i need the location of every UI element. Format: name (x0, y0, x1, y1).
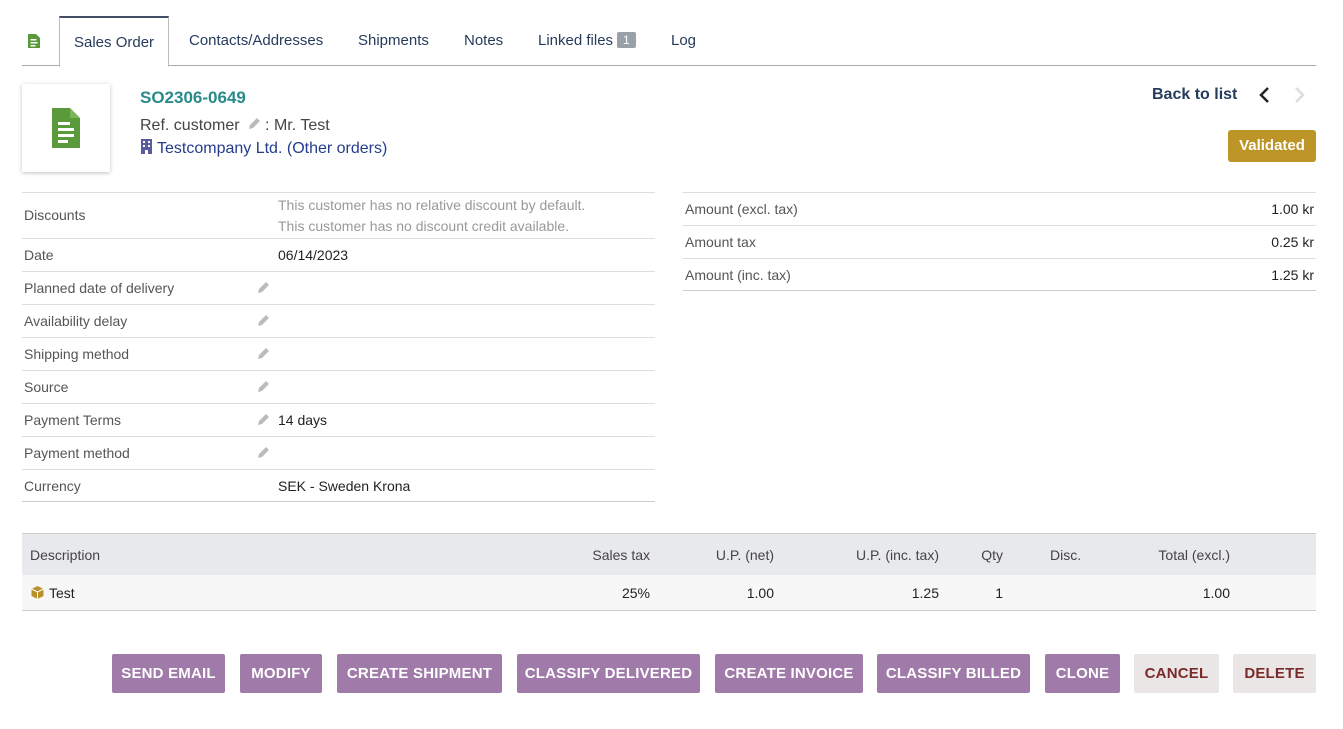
table-header: Description Sales tax U.P. (net) U.P. (i… (22, 533, 1316, 575)
field-row-discounts: Discounts This customer has no relative … (22, 192, 655, 238)
pencil-icon[interactable] (256, 412, 271, 427)
other-orders-link[interactable]: (Other orders) (287, 140, 387, 157)
amount-tax-value: 0.25 kr (1271, 234, 1314, 250)
document-icon (52, 108, 80, 148)
col-up-net: U.P. (net) (715, 547, 774, 563)
tab-shipments[interactable]: Shipments (344, 16, 443, 66)
discounts-note-credit: This customer has no discount credit ava… (278, 218, 570, 234)
pencil-icon[interactable] (256, 346, 271, 361)
date-label: Date (24, 247, 54, 263)
discounts-label: Discounts (24, 207, 86, 223)
amount-row-inc: Amount (inc. tax) 1.25 kr (683, 258, 1316, 291)
building-icon (141, 139, 152, 154)
tab-contacts-addresses[interactable]: Contacts/Addresses (175, 16, 337, 66)
row-total: 1.00 (1202, 585, 1230, 601)
tab-linked-files-label: Linked files (538, 32, 614, 49)
date-value: 06/14/2023 (278, 247, 349, 263)
classify-delivered-button[interactable]: CLASSIFY DELIVERED (517, 654, 700, 693)
payment-terms-value: 14 days (278, 412, 328, 428)
amount-excl-label: Amount (excl. tax) (685, 201, 798, 217)
payment-method-label: Payment method (24, 445, 130, 461)
modify-button[interactable]: MODIFY (240, 654, 322, 693)
availability-label: Availability delay (24, 313, 128, 329)
currency-label: Currency (24, 478, 81, 494)
row-qty: 1 (995, 585, 1003, 601)
tab-log[interactable]: Log (657, 16, 710, 66)
discounts-note-relative: This customer has no relative discount b… (278, 197, 586, 213)
delete-button[interactable]: DELETE (1233, 654, 1316, 693)
col-disc: Disc. (1050, 547, 1082, 563)
col-description: Description (30, 547, 101, 563)
order-reference: SO2306-0649 (140, 88, 246, 107)
row-up-inc: 1.25 (911, 585, 939, 601)
row-description[interactable]: Test (49, 585, 75, 601)
field-row-source: Source (22, 370, 655, 403)
company-link[interactable]: Testcompany Ltd. (Other orders) (140, 139, 387, 158)
planned-delivery-label: Planned date of delivery (24, 280, 175, 296)
amount-row-excl: Amount (excl. tax) 1.00 kr (683, 192, 1316, 225)
col-sales-tax: Sales tax (592, 547, 650, 563)
pencil-icon[interactable] (247, 116, 262, 131)
field-row-date: Date 06/14/2023 (22, 238, 655, 271)
pencil-icon[interactable] (256, 379, 271, 394)
tab-notes[interactable]: Notes (450, 16, 517, 66)
field-row-shipping: Shipping method (22, 337, 655, 370)
document-icon (28, 34, 40, 48)
status-badge: Validated (1228, 130, 1316, 162)
amounts-table: Amount (excl. tax) 1.00 kr Amount tax 0.… (683, 192, 1316, 291)
order-thumbnail (22, 84, 110, 172)
ref-customer-label: Ref. customer (140, 117, 240, 134)
create-invoice-button[interactable]: CREATE INVOICE (715, 654, 863, 693)
field-row-availability: Availability delay (22, 304, 655, 337)
field-row-payment-terms: Payment Terms 14 days (22, 403, 655, 436)
amount-inc-label: Amount (inc. tax) (685, 267, 791, 283)
col-total: Total (excl.) (1158, 547, 1230, 563)
field-row-payment-method: Payment method (22, 436, 655, 469)
field-row-currency: Currency SEK - Sweden Krona (22, 469, 655, 502)
row-up-net: 1.00 (746, 585, 774, 601)
pencil-icon[interactable] (256, 280, 271, 295)
col-qty: Qty (981, 547, 1003, 563)
tab-linked-files[interactable]: Linked files 1 (524, 16, 650, 66)
package-icon (31, 586, 44, 599)
amount-excl-value: 1.00 kr (1271, 201, 1314, 217)
clone-button[interactable]: CLONE (1045, 654, 1120, 693)
tab-sales-order[interactable]: Sales Order (59, 16, 170, 67)
tab-bar: Sales Order Contacts/Addresses Shipments… (22, 16, 1316, 67)
amount-inc-value: 1.25 kr (1271, 267, 1314, 283)
ref-customer-value: : Mr. Test (265, 117, 330, 134)
payment-terms-label: Payment Terms (24, 412, 121, 428)
classify-billed-button[interactable]: CLASSIFY BILLED (877, 654, 1030, 693)
back-to-list-link[interactable]: Back to list (1152, 86, 1237, 104)
pencil-icon[interactable] (256, 445, 271, 460)
col-up-inc: U.P. (inc. tax) (856, 547, 939, 563)
source-label: Source (24, 379, 69, 395)
chevron-right-icon (1295, 87, 1305, 103)
table-row[interactable]: Test 25% 1.00 1.25 1 1.00 (22, 575, 1316, 611)
row-sales-tax: 25% (621, 585, 650, 601)
create-shipment-button[interactable]: CREATE SHIPMENT (337, 654, 502, 693)
currency-value: SEK - Sweden Krona (278, 478, 411, 494)
company-name[interactable]: Testcompany Ltd. (157, 140, 282, 157)
ref-customer: Ref. customer : Mr. Test (140, 116, 330, 135)
cancel-button[interactable]: CANCEL (1134, 654, 1219, 693)
shipping-label: Shipping method (24, 346, 130, 362)
amount-row-tax: Amount tax 0.25 kr (683, 225, 1316, 258)
chevron-left-icon[interactable] (1258, 86, 1272, 104)
order-fields: Discounts This customer has no relative … (22, 192, 655, 502)
pencil-icon[interactable] (256, 313, 271, 328)
field-row-planned-delivery: Planned date of delivery (22, 271, 655, 304)
order-lines-table: Description Sales tax U.P. (net) U.P. (i… (22, 533, 1316, 611)
linked-files-count-badge: 1 (617, 32, 636, 48)
amount-tax-label: Amount tax (685, 234, 756, 250)
send-email-button[interactable]: SEND EMAIL (112, 654, 225, 693)
